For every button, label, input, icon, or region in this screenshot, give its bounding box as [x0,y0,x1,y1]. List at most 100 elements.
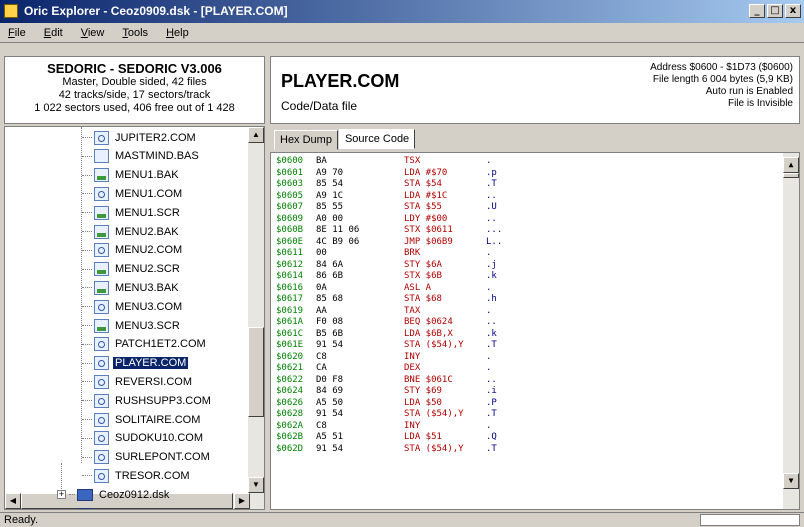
tree-item[interactable]: MENU3.COM [82,298,184,315]
scroll-thumb[interactable] [248,327,264,417]
tree-item-label: REVERSI.COM [115,375,193,388]
com-file-icon [94,412,109,427]
maximize-button[interactable]: □ [767,4,783,18]
tree-item[interactable]: MENU2.BAK [82,223,181,240]
code-instruction: LDA #$70 [404,167,448,178]
tab-hex-dump[interactable]: Hex Dump [274,130,338,150]
code-hex-bytes: A5 50 [316,397,344,408]
code-instruction: STY $6A [404,259,442,270]
source-code-view[interactable]: ▲ ▼ $0600 BA TSX. $0601 A9 70 LDA #$70 .p $0603… [270,152,800,510]
code-vertical-scrollbar[interactable]: ▲ ▼ [783,153,799,509]
code-ascii: .k [486,271,497,281]
code-instruction: LDA #$1C [404,190,448,201]
code-instruction: INY [404,420,421,431]
code-instruction: STX $0611 [404,225,453,235]
file-type: Code/Data file [281,99,358,113]
tree-item[interactable]: PLAYER.COM [82,355,190,372]
code-ascii: . [486,420,492,431]
code-hex-bytes: BA [316,156,327,166]
tree-item-label: MENU3.COM [115,300,183,313]
code-instruction: INY [404,351,421,362]
tree-item-label: PATCH1ET2.COM [115,338,206,351]
tree-item[interactable]: TRESOR.COM [82,467,192,484]
code-address: $0616 [276,282,304,293]
code-address: $0617 [276,294,304,304]
menu-help[interactable]: Help [158,27,199,39]
tree-item[interactable]: MASTMIND.BAS [82,148,201,165]
com-file-icon [94,299,109,314]
status-text: Ready. [4,514,39,526]
tree-connector [82,362,92,364]
code-instruction: TAX [404,305,421,316]
app-icon [4,4,18,18]
code-address: $061C [276,328,304,339]
menu-tools[interactable]: Tools [114,27,158,39]
file-address: Address $0600 - $1D73 ($0600) [650,62,793,73]
tree-item[interactable]: REVERSI.COM [82,373,194,390]
disc-title: SEDORIC - SEDORIC V3.006 [47,61,222,76]
bak-file-icon [94,280,109,295]
code-ascii: .. [486,374,497,385]
tree-item-label: MENU3.BAK [115,281,179,294]
code-instruction: STA ($54),Y [404,409,464,419]
tree-connector [82,287,92,289]
scroll-up-button[interactable]: ▲ [783,157,799,173]
com-file-icon [94,431,109,446]
scroll-down-button[interactable]: ▼ [248,477,264,493]
file-length: File length 6 004 bytes (5,9 KB) [652,74,793,85]
menu-bar: File Edit View Tools Help [0,23,804,43]
code-hex-bytes: 85 54 [316,179,344,189]
tree-item[interactable]: SOLITAIRE.COM [82,411,202,428]
scroll-left-button[interactable]: ◀ [5,493,21,509]
tree-item-label: SURLEPONT.COM [115,451,210,464]
code-instruction: LDA $51 [404,432,442,442]
scr-file-icon [94,205,109,220]
code-instruction: ASL A [404,282,432,293]
tree-item-label: MENU1.SCR [115,206,180,219]
file-tree[interactable]: ▲ ▼ ◀ ▶ JUPITER2.COM MASTMIND.BAS MENU1.BA… [4,126,265,510]
disk-icon [77,488,93,501]
scroll-down-button[interactable]: ▼ [783,473,799,489]
tree-item[interactable]: JUPITER2.COM [82,129,198,146]
com-file-icon [94,393,109,408]
code-ascii: .k [486,328,497,339]
scroll-up-button[interactable]: ▲ [248,127,264,143]
code-hex-bytes: 8E 11 06 [316,225,360,235]
code-ascii: .h [486,294,497,304]
status-bar: Ready. [0,512,804,527]
menu-file[interactable]: File [0,27,36,39]
tree-disk-item[interactable]: + Ceoz0912.dsk [57,486,171,503]
tree-item-label: JUPITER2.COM [115,131,196,144]
menu-edit[interactable]: Edit [36,27,73,39]
scroll-right-button[interactable]: ▶ [234,493,250,509]
bas-file-icon [94,149,109,164]
tree-vertical-scrollbar[interactable]: ▲ ▼ [248,127,264,509]
left-pane: SEDORIC - SEDORIC V3.006 Master, Double … [4,56,265,510]
tab-source-code[interactable]: Source Code [338,129,416,149]
code-hex-bytes: CA [316,363,327,373]
tree-item[interactable]: MENU1.SCR [82,204,182,221]
disc-info-line3: 1 022 sectors used, 406 free out of 1 42… [34,102,235,114]
tree-item[interactable]: MENU2.COM [82,242,184,259]
tree-item[interactable]: SURLEPONT.COM [82,449,212,466]
tree-item-label: SOLITAIRE.COM [115,413,201,426]
com-file-icon [94,374,109,389]
tree-item[interactable]: RUSHSUPP3.COM [82,392,213,409]
tree-item[interactable]: MENU1.COM [82,185,184,202]
tree-item[interactable]: MENU1.BAK [82,167,181,184]
tree-item[interactable]: MENU3.SCR [82,317,182,334]
scroll-thumb[interactable] [783,173,799,178]
menu-view[interactable]: View [73,27,115,39]
close-button[interactable]: x [785,4,801,18]
tree-disk-item[interactable]: FlashFS8.dsk [57,505,168,509]
tree-item[interactable]: PATCH1ET2.COM [82,336,208,353]
tree-item[interactable]: MENU3.BAK [82,279,181,296]
tree-item[interactable]: SUDOKU10.COM [82,430,205,447]
status-panel [700,514,800,526]
expand-icon[interactable]: + [57,490,66,500]
minimize-button[interactable]: _ [749,4,765,18]
disc-info-panel: SEDORIC - SEDORIC V3.006 Master, Double … [4,56,265,124]
tree-item[interactable]: MENU2.SCR [82,261,182,278]
code-instruction: STA ($54),Y [404,340,464,350]
code-instruction: BNE $061C [404,374,453,385]
